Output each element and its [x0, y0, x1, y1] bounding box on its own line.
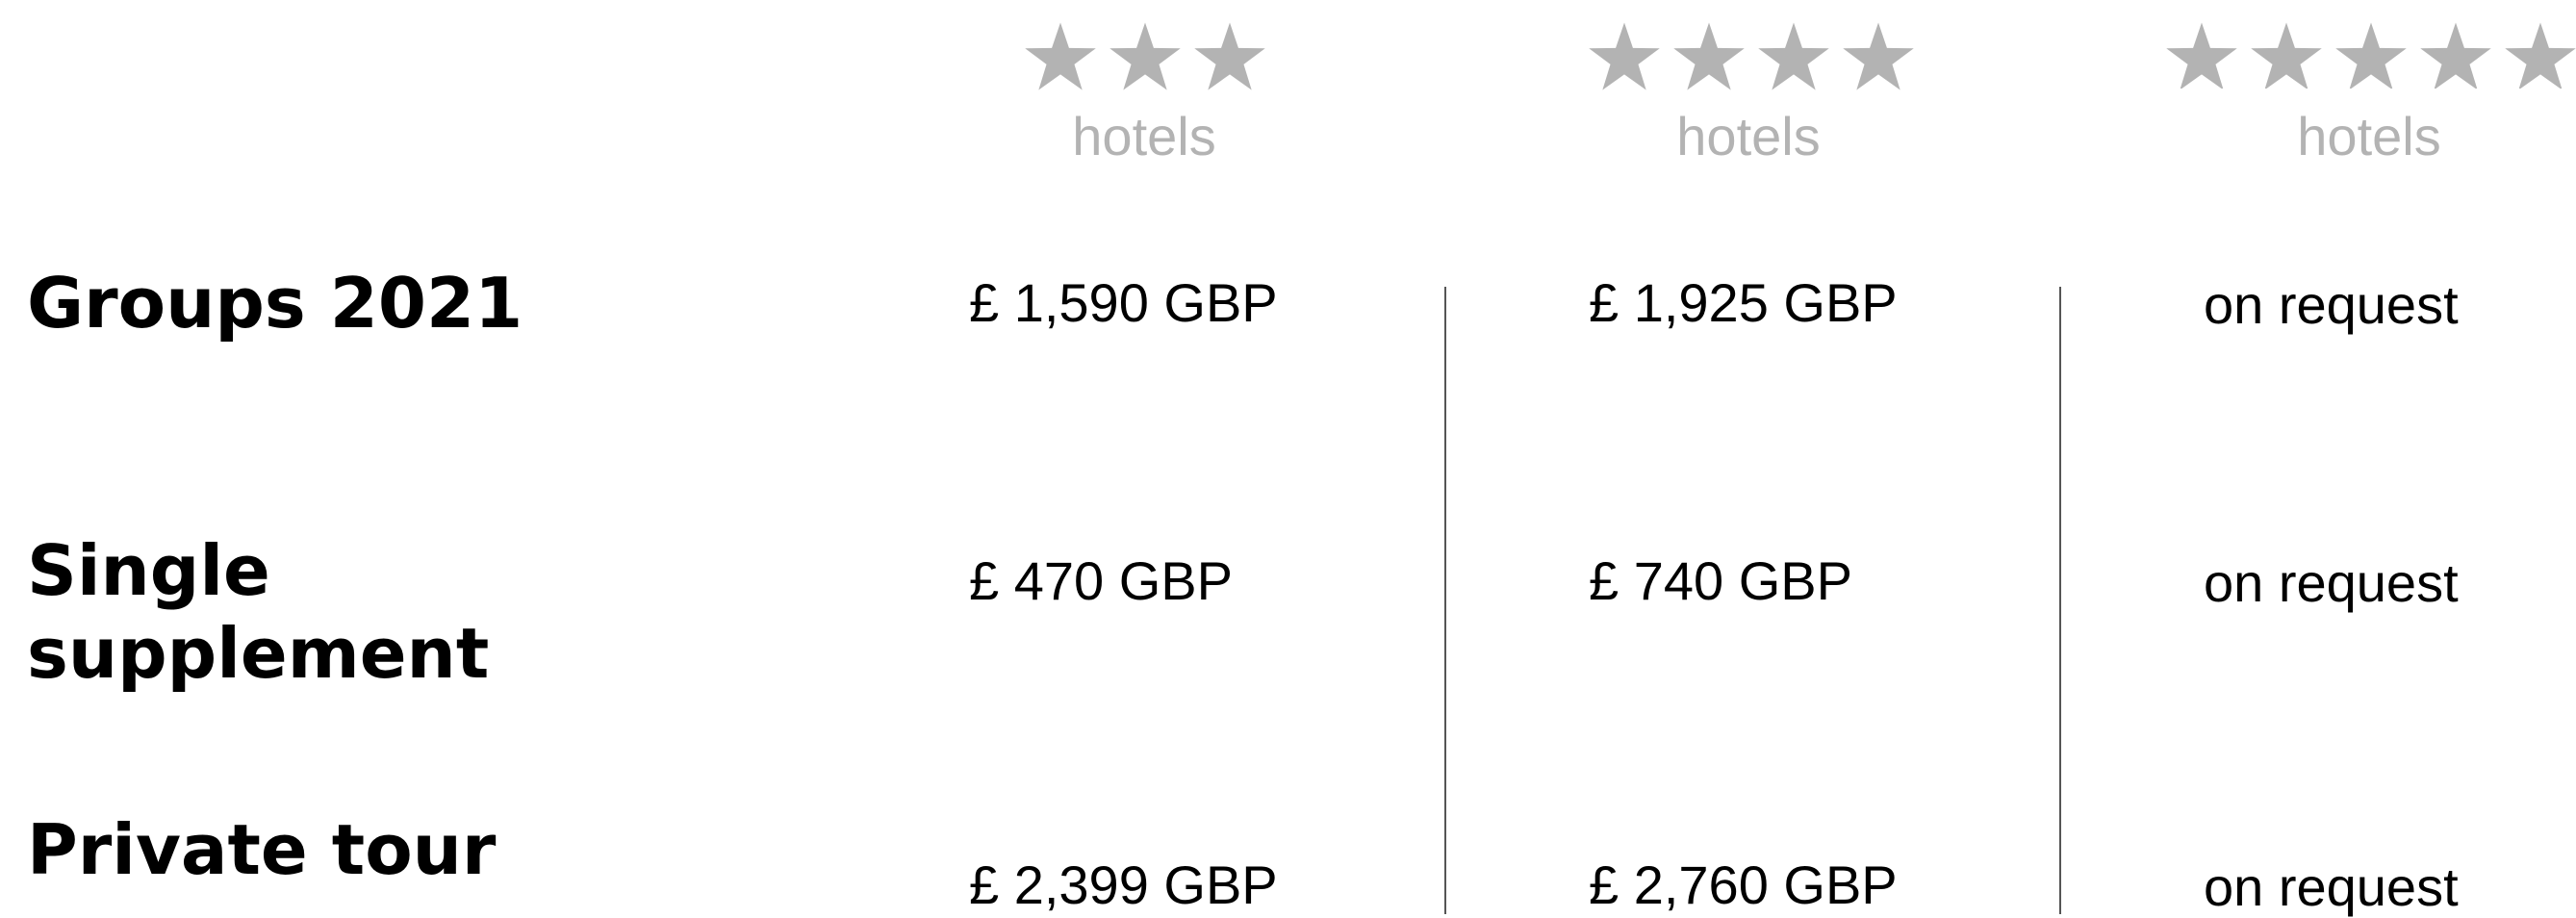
star-icon [1193, 21, 1266, 90]
star-icon [1024, 21, 1097, 90]
price-cell: £ 2,760 GBP [1589, 854, 1898, 915]
price-cell: on request [2204, 274, 2459, 335]
column-divider [2059, 287, 2061, 914]
star-icon [2504, 21, 2576, 89]
column-divider [1444, 287, 1446, 914]
star-icon [2419, 21, 2492, 89]
star-icon [2334, 21, 2408, 89]
three-star-hotels-label: hotels [1072, 106, 1216, 166]
price-cell: £ 740 GBP [1589, 550, 1852, 611]
price-cell: £ 1,590 GBP [969, 272, 1278, 333]
price-cell: £ 1,925 GBP [1589, 272, 1898, 333]
five-star-hotels-label: hotels [2297, 106, 2441, 166]
three-star-rating [1024, 21, 1266, 90]
five-star-rating [2165, 21, 2576, 89]
four-star-rating [1588, 21, 1915, 90]
star-icon [2165, 21, 2238, 89]
star-icon [1588, 21, 1661, 90]
row-label-single-supplement-line2: supplement [27, 613, 490, 694]
price-cell: £ 2,399 GBP [969, 854, 1278, 915]
row-label-private-tour: Private tour [27, 809, 497, 890]
row-label-single-supplement-line1: Single [27, 530, 270, 611]
star-icon [1842, 21, 1915, 90]
star-icon [1672, 21, 1746, 90]
star-icon [1109, 21, 1182, 90]
row-label-groups: Groups 2021 [27, 263, 523, 344]
price-cell: on request [2204, 856, 2459, 917]
star-icon [2250, 21, 2323, 89]
four-star-hotels-label: hotels [1676, 106, 1821, 166]
price-cell: on request [2204, 552, 2459, 613]
star-icon [1757, 21, 1830, 90]
price-cell: £ 470 GBP [969, 550, 1233, 611]
